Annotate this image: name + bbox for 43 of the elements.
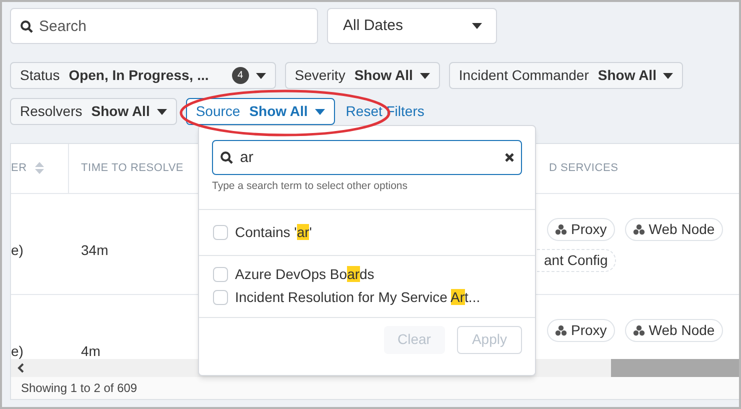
hint-text: Type a search term to select other options [212, 179, 409, 194]
caret-icon [156, 108, 167, 114]
caret-icon [663, 72, 674, 78]
clear-icon[interactable] [505, 153, 514, 162]
service-tag: ant Config [537, 248, 616, 272]
cluster-icon [555, 224, 567, 235]
option-label[interactable]: Contains 'ar' [235, 222, 312, 243]
search-icon [220, 151, 233, 164]
option-label[interactable]: Azure DevOps Boards [235, 264, 374, 286]
caret-icon [256, 72, 266, 78]
checkbox[interactable] [213, 290, 228, 306]
service-tag: Web Node [624, 318, 723, 342]
table-cell: e) [11, 242, 24, 258]
table-cell: 4m [81, 342, 100, 359]
table-cell: 34m [81, 242, 108, 258]
search-field[interactable]: Search [10, 8, 318, 44]
service-tag: Proxy [547, 218, 615, 241]
filter-button[interactable]: Resolvers Show All [10, 98, 177, 125]
filter-button[interactable]: Status Open, In Progress, ... 4 [10, 62, 276, 89]
table-cell: e) [11, 342, 24, 359]
caret-icon [314, 108, 325, 114]
checkbox[interactable] [213, 267, 228, 282]
cluster-icon [555, 324, 567, 336]
cluster-icon [632, 224, 645, 235]
scrollbar-thumb[interactable] [611, 359, 739, 378]
checkbox[interactable] [213, 224, 228, 240]
date-dropdown[interactable]: All Dates [327, 8, 497, 44]
service-tag: Proxy [547, 318, 615, 342]
cluster-icon [632, 324, 645, 336]
column-header: TIME TO RESOLVE [81, 161, 184, 176]
caret-icon [420, 72, 430, 78]
service-tag: Web Node [624, 218, 723, 241]
caret-icon [472, 23, 482, 29]
filter-button[interactable]: Source Show All [186, 98, 335, 125]
sort-icon[interactable] [34, 162, 44, 174]
search-icon [20, 20, 33, 33]
pagination-text: Showing 1 to 2 of 609 [21, 380, 138, 398]
column-header: D SERVICES [549, 161, 618, 176]
filter-button[interactable]: Incident Commander Show All [448, 62, 684, 89]
filter-button[interactable]: Severity Show All [284, 62, 440, 89]
column-header: ER [11, 161, 27, 176]
scroll-left-icon[interactable] [17, 363, 25, 374]
option-search-field[interactable]: ar [212, 140, 522, 175]
